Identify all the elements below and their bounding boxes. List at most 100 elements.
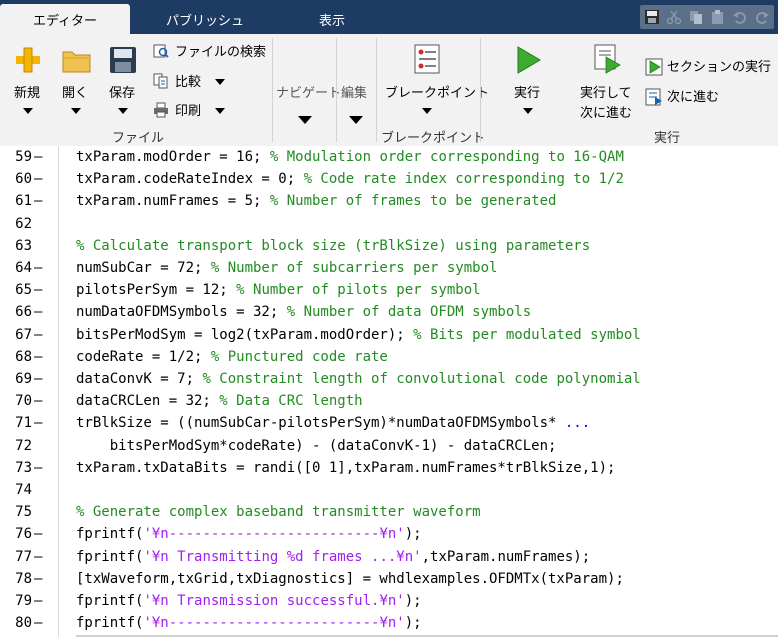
save-disk-icon [110, 47, 136, 73]
executable-line-marker[interactable]: — [34, 390, 42, 412]
line-number: 64 [15, 260, 32, 276]
code-line[interactable]: 72 bitsPerModSym*codeRate) - (dataConvK-… [0, 435, 778, 457]
open-button[interactable]: 開く [54, 42, 98, 122]
code-text: txParam.codeRateIndex = 0; [76, 171, 304, 188]
group-divider [272, 38, 273, 142]
code-line[interactable]: 61— txParam.numFrames = 5; % Number of fr… [0, 190, 778, 212]
executable-line-marker[interactable]: — [34, 412, 42, 434]
code-line[interactable]: 63 % Calculate transport block size (trBl… [0, 235, 778, 257]
file-group-label: ファイル [112, 131, 165, 146]
breakpoints-button[interactable]: ブレークポイント [380, 42, 489, 122]
code-text: trBlkSize = ((numSubCar-pilotsPerSym)*nu… [76, 415, 565, 432]
run-section-button[interactable]: セクションの実行 [645, 56, 771, 75]
cut-icon[interactable] [666, 9, 682, 25]
run-button[interactable]: 実行 [506, 42, 550, 122]
advance-icon [645, 88, 662, 105]
tab-publish[interactable]: パブリッシュ [140, 4, 270, 34]
executable-line-marker[interactable]: — [34, 368, 42, 390]
tab-editor[interactable]: エディター [0, 4, 130, 34]
code-comment: % Bits per modulated symbol [413, 326, 641, 343]
advance-button[interactable]: 次に進む [645, 86, 719, 105]
code-line[interactable]: 62 [0, 213, 778, 235]
open-label: 開く [62, 86, 89, 101]
code-line[interactable]: 80— fprintf('¥n-------------------------¥… [0, 612, 778, 634]
executable-line-marker[interactable]: — [34, 457, 42, 479]
line-code: txParam.codeRateIndex = 0; % Code rate i… [76, 168, 624, 190]
executable-line-marker[interactable]: — [34, 346, 42, 368]
code-text: fprintf( [76, 615, 144, 632]
executable-line-marker[interactable]: — [34, 279, 42, 301]
save-button[interactable]: 保存 [102, 42, 146, 122]
code-line[interactable]: 69— dataConvK = 7; % Constraint length of… [0, 368, 778, 390]
code-continuation: ... [564, 415, 591, 432]
code-text: dataCRCLen = 32; [76, 393, 220, 410]
compare-button[interactable]: 比較 [153, 71, 226, 90]
edit-button[interactable]: 編集 [338, 42, 374, 134]
line-number: 59 [15, 149, 32, 165]
code-text: ); [404, 593, 422, 609]
line-number: 79 [15, 593, 32, 609]
code-line[interactable]: 77— fprintf('¥n Transmitting %d frames ..… [0, 546, 778, 568]
executable-line-marker[interactable]: — [34, 168, 42, 190]
paste-icon[interactable] [710, 9, 726, 25]
redo-icon[interactable] [754, 9, 770, 25]
executable-line-marker[interactable]: — [34, 324, 42, 346]
navigate-button[interactable]: ナビゲート [276, 42, 341, 134]
code-line[interactable]: 65— pilotsPerSym = 12; % Number of pilots… [0, 279, 778, 301]
line-number: 68 [15, 348, 32, 365]
find-files-button[interactable]: ファイルの検索 [153, 41, 266, 60]
code-line[interactable]: 71— trBlkSize = ((numSubCar-pilotsPerSym)… [0, 412, 778, 434]
code-text: fprintf( [76, 593, 144, 609]
copy-icon[interactable] [688, 9, 704, 25]
play-icon [517, 46, 541, 74]
tab-view[interactable]: 表示 [272, 4, 392, 34]
code-text: fprintf( [76, 526, 144, 543]
new-plus-icon [16, 47, 40, 73]
print-button[interactable]: 印刷 [153, 100, 226, 119]
executable-line-marker[interactable]: — [34, 523, 42, 545]
code-line[interactable]: 59— txParam.modOrder = 16; % Modulation o… [0, 146, 778, 168]
new-button[interactable]: 新規 [6, 42, 50, 122]
line-number: 78 [15, 570, 32, 587]
run-and-advance-button[interactable]: 実行して 次に進む [576, 42, 638, 126]
code-line[interactable]: 70— dataCRCLen = 32; % Data CRC length [0, 390, 778, 412]
group-divider [336, 38, 337, 142]
executable-line-marker[interactable]: — [34, 146, 42, 168]
code-text: txParam.numFrames = 5; [76, 193, 270, 210]
code-line[interactable]: 74 [0, 479, 778, 501]
toolstrip-tab-bar: エディター パブリッシュ 表示 [0, 0, 778, 34]
line-code: pilotsPerSym = 12; % Number of pilots pe… [76, 279, 481, 301]
line-number: 65 [15, 282, 32, 299]
code-comment: % Modulation order corresponding to 16-Q… [269, 149, 624, 165]
line-number: 72 [15, 437, 32, 454]
executable-line-marker[interactable]: — [34, 590, 42, 612]
executable-line-marker[interactable]: — [34, 568, 42, 590]
code-line[interactable]: 73— txParam.txDataBits = randi([0 1],txPa… [0, 457, 778, 479]
save-icon[interactable] [644, 9, 660, 25]
executable-line-marker[interactable]: — [34, 301, 42, 323]
code-comment: % Number of subcarriers per symbol [210, 260, 498, 276]
code-line[interactable]: 76— fprintf('¥n-------------------------¥… [0, 523, 778, 545]
line-number: 70 [15, 393, 32, 410]
line-number: 62 [15, 215, 32, 232]
code-line[interactable]: 68— codeRate = 1/2; % Punctured code rate [0, 346, 778, 368]
code-line[interactable]: 67— bitsPerModSym = log2(txParam.modOrder… [0, 324, 778, 346]
code-line[interactable]: 75 % Generate complex baseband transmitte… [0, 501, 778, 523]
chevron-down-icon [349, 116, 363, 124]
code-line[interactable]: 78— [txWaveform,txGrid,txDiagnostics] = w… [0, 568, 778, 590]
code-text: codeRate = 1/2; [76, 348, 211, 365]
code-text: [txWaveform,txGrid,txDiagnostics] = whdl… [76, 570, 624, 587]
undo-icon[interactable] [732, 9, 748, 25]
line-number: 66 [15, 304, 32, 321]
code-line[interactable]: 66— numDataOFDMSymbols = 32; % Number of … [0, 301, 778, 323]
executable-line-marker[interactable]: — [34, 612, 42, 634]
code-string: '¥n Transmitting %d frames ...¥n' [143, 548, 422, 565]
code-line[interactable]: 79— fprintf('¥n Transmission successful.¥… [0, 590, 778, 612]
executable-line-marker[interactable]: — [34, 257, 42, 279]
code-text: bitsPerModSym*codeRate) - (dataConvK-1) … [76, 437, 557, 454]
code-line[interactable]: 60— txParam.codeRateIndex = 0; % Code rat… [0, 168, 778, 190]
code-line[interactable]: 64— numSubCar = 72; % Number of subcarrie… [0, 257, 778, 279]
executable-line-marker[interactable]: — [34, 190, 42, 212]
executable-line-marker[interactable]: — [34, 546, 42, 568]
code-editor[interactable]: 59— txParam.modOrder = 16; % Modulation o… [0, 146, 778, 637]
